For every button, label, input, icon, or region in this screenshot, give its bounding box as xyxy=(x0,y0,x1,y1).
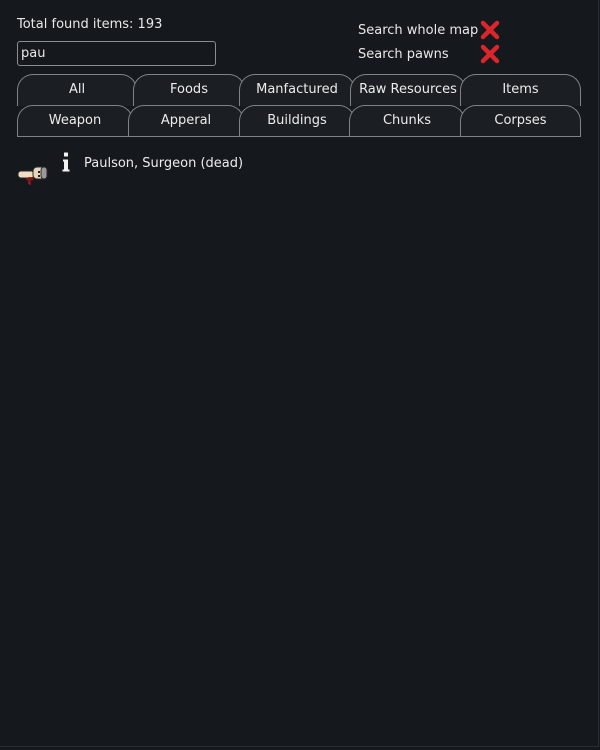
search-whole-map-toggle[interactable]: Search whole map xyxy=(358,19,504,41)
tab-label: Manfactured xyxy=(256,82,338,97)
tab-label: Weapon xyxy=(48,113,102,128)
tab-label: Raw Resources xyxy=(359,82,457,97)
total-found-label: Total found items: 193 xyxy=(17,17,163,32)
info-icon[interactable] xyxy=(60,151,72,173)
tab-label: Items xyxy=(502,82,539,97)
tab-label: Apperal xyxy=(160,113,212,128)
tab-label: Chunks xyxy=(382,113,432,128)
search-whole-map-label: Search whole map xyxy=(358,23,479,38)
tab-foods[interactable]: Foods xyxy=(133,74,245,106)
tab-raw-resources[interactable]: Raw Resources xyxy=(350,74,466,106)
tabs-divider xyxy=(17,136,581,137)
red-x-icon[interactable] xyxy=(479,43,501,65)
tab-label: Foods xyxy=(170,82,208,97)
tab-label: Buildings xyxy=(267,113,327,128)
tab-all[interactable]: All xyxy=(17,74,137,106)
tab-buildings[interactable]: Buildings xyxy=(239,105,355,137)
list-item[interactable]: Paulson, Surgeon (dead) xyxy=(17,148,581,188)
tab-chunks[interactable]: Chunks xyxy=(349,105,465,137)
tab-apperal[interactable]: Apperal xyxy=(128,105,244,137)
pawn-corpse-icon xyxy=(17,166,48,185)
search-input[interactable] xyxy=(17,41,216,66)
tab-weapon[interactable]: Weapon xyxy=(17,105,133,137)
tab-manfactured[interactable]: Manfactured xyxy=(239,74,355,106)
tab-label: All xyxy=(68,82,86,97)
search-window: Total found items: 193 Search whole map … xyxy=(0,0,599,747)
search-pawns-label: Search pawns xyxy=(358,47,449,62)
tab-corpses[interactable]: Corpses xyxy=(460,105,581,137)
search-pawns-toggle[interactable]: Search pawns xyxy=(358,43,504,65)
tab-items[interactable]: Items xyxy=(460,74,581,106)
red-x-icon[interactable] xyxy=(479,19,501,41)
tab-label: Corpses xyxy=(494,113,547,128)
result-label: Paulson, Surgeon (dead) xyxy=(84,156,244,171)
